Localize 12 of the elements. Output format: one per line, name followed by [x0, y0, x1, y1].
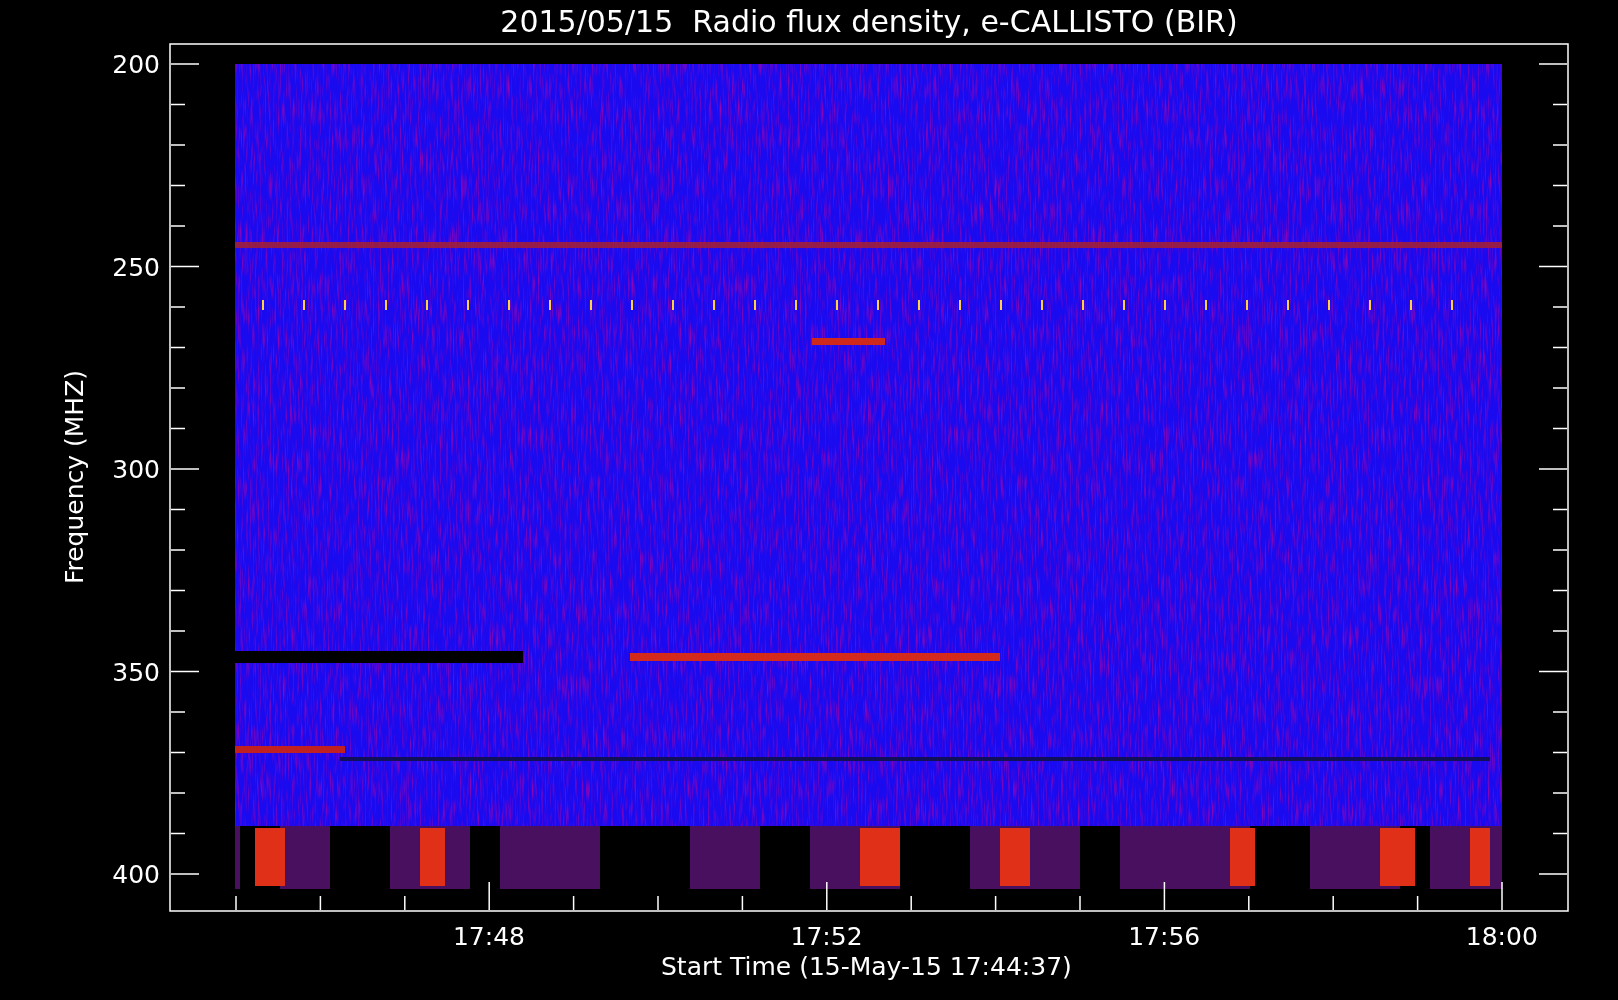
tick-label: 200 — [112, 50, 160, 79]
plot-title: 2015/05/15 Radio flux density, e-CALLISTO (BIR) — [500, 4, 1238, 39]
axis-label: Frequency (MHZ) — [60, 369, 89, 585]
tick-label: 350 — [112, 657, 160, 687]
tick-label: 17:48 — [453, 922, 525, 951]
axis-label: Start Time (15-May-15 17:44:37) — [661, 952, 1072, 981]
tick-label: 17:52 — [790, 922, 863, 951]
tick-label: 18:00 — [1465, 922, 1538, 951]
tick-label: 400 — [112, 860, 160, 889]
tick-label: 300 — [112, 455, 160, 484]
tick-label: 250 — [112, 252, 160, 282]
tick-label: 17:56 — [1128, 922, 1201, 951]
